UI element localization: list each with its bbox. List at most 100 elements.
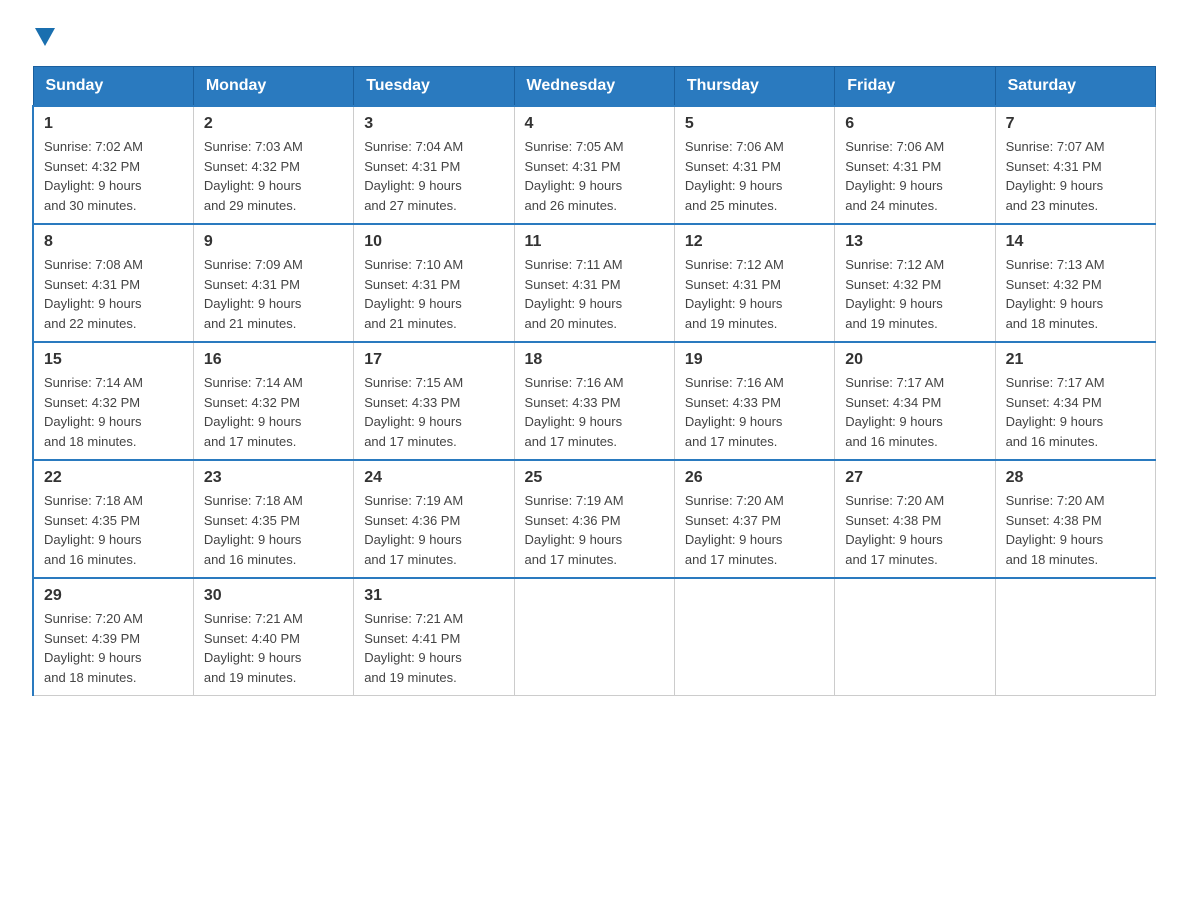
- day-number: 3: [364, 115, 503, 133]
- day-info: Sunrise: 7:05 AM Sunset: 4:31 PM Dayligh…: [525, 137, 664, 215]
- calendar-cell: 12 Sunrise: 7:12 AM Sunset: 4:31 PM Dayl…: [674, 224, 834, 342]
- day-info: Sunrise: 7:12 AM Sunset: 4:31 PM Dayligh…: [685, 255, 824, 333]
- day-info: Sunrise: 7:08 AM Sunset: 4:31 PM Dayligh…: [44, 255, 183, 333]
- day-number: 26: [685, 469, 824, 487]
- calendar-cell: 15 Sunrise: 7:14 AM Sunset: 4:32 PM Dayl…: [33, 342, 193, 460]
- day-number: 30: [204, 587, 343, 605]
- calendar-cell: [995, 578, 1155, 696]
- header-wednesday: Wednesday: [514, 67, 674, 107]
- day-number: 31: [364, 587, 503, 605]
- calendar-cell: 26 Sunrise: 7:20 AM Sunset: 4:37 PM Dayl…: [674, 460, 834, 578]
- calendar-cell: 23 Sunrise: 7:18 AM Sunset: 4:35 PM Dayl…: [193, 460, 353, 578]
- calendar-cell: 22 Sunrise: 7:18 AM Sunset: 4:35 PM Dayl…: [33, 460, 193, 578]
- day-number: 6: [845, 115, 984, 133]
- header-sunday: Sunday: [33, 67, 193, 107]
- day-info: Sunrise: 7:16 AM Sunset: 4:33 PM Dayligh…: [685, 373, 824, 451]
- day-info: Sunrise: 7:21 AM Sunset: 4:40 PM Dayligh…: [204, 609, 343, 687]
- day-info: Sunrise: 7:19 AM Sunset: 4:36 PM Dayligh…: [364, 491, 503, 569]
- calendar-cell: 25 Sunrise: 7:19 AM Sunset: 4:36 PM Dayl…: [514, 460, 674, 578]
- day-number: 28: [1006, 469, 1145, 487]
- calendar-cell: 19 Sunrise: 7:16 AM Sunset: 4:33 PM Dayl…: [674, 342, 834, 460]
- day-info: Sunrise: 7:14 AM Sunset: 4:32 PM Dayligh…: [204, 373, 343, 451]
- calendar-cell: [674, 578, 834, 696]
- day-number: 29: [44, 587, 183, 605]
- day-number: 23: [204, 469, 343, 487]
- logo-triangle-icon: [35, 28, 55, 46]
- calendar-header: SundayMondayTuesdayWednesdayThursdayFrid…: [33, 67, 1156, 107]
- day-number: 12: [685, 233, 824, 251]
- calendar-cell: [835, 578, 995, 696]
- day-number: 21: [1006, 351, 1145, 369]
- calendar-cell: 11 Sunrise: 7:11 AM Sunset: 4:31 PM Dayl…: [514, 224, 674, 342]
- calendar-cell: 16 Sunrise: 7:14 AM Sunset: 4:32 PM Dayl…: [193, 342, 353, 460]
- day-info: Sunrise: 7:04 AM Sunset: 4:31 PM Dayligh…: [364, 137, 503, 215]
- day-info: Sunrise: 7:20 AM Sunset: 4:37 PM Dayligh…: [685, 491, 824, 569]
- page-header: [32, 24, 1156, 46]
- day-info: Sunrise: 7:03 AM Sunset: 4:32 PM Dayligh…: [204, 137, 343, 215]
- calendar-cell: 20 Sunrise: 7:17 AM Sunset: 4:34 PM Dayl…: [835, 342, 995, 460]
- calendar-cell: 5 Sunrise: 7:06 AM Sunset: 4:31 PM Dayli…: [674, 106, 834, 224]
- day-number: 2: [204, 115, 343, 133]
- day-info: Sunrise: 7:06 AM Sunset: 4:31 PM Dayligh…: [685, 137, 824, 215]
- logo: [32, 24, 55, 46]
- day-info: Sunrise: 7:19 AM Sunset: 4:36 PM Dayligh…: [525, 491, 664, 569]
- day-info: Sunrise: 7:07 AM Sunset: 4:31 PM Dayligh…: [1006, 137, 1145, 215]
- day-number: 9: [204, 233, 343, 251]
- calendar-cell: 8 Sunrise: 7:08 AM Sunset: 4:31 PM Dayli…: [33, 224, 193, 342]
- header-thursday: Thursday: [674, 67, 834, 107]
- week-row-5: 29 Sunrise: 7:20 AM Sunset: 4:39 PM Dayl…: [33, 578, 1156, 696]
- calendar-cell: 1 Sunrise: 7:02 AM Sunset: 4:32 PM Dayli…: [33, 106, 193, 224]
- day-info: Sunrise: 7:16 AM Sunset: 4:33 PM Dayligh…: [525, 373, 664, 451]
- calendar-cell: 14 Sunrise: 7:13 AM Sunset: 4:32 PM Dayl…: [995, 224, 1155, 342]
- header-friday: Friday: [835, 67, 995, 107]
- calendar-cell: 6 Sunrise: 7:06 AM Sunset: 4:31 PM Dayli…: [835, 106, 995, 224]
- week-row-2: 8 Sunrise: 7:08 AM Sunset: 4:31 PM Dayli…: [33, 224, 1156, 342]
- calendar-cell: 4 Sunrise: 7:05 AM Sunset: 4:31 PM Dayli…: [514, 106, 674, 224]
- calendar-cell: 27 Sunrise: 7:20 AM Sunset: 4:38 PM Dayl…: [835, 460, 995, 578]
- day-number: 22: [44, 469, 183, 487]
- day-number: 16: [204, 351, 343, 369]
- header-monday: Monday: [193, 67, 353, 107]
- day-info: Sunrise: 7:18 AM Sunset: 4:35 PM Dayligh…: [44, 491, 183, 569]
- day-number: 5: [685, 115, 824, 133]
- day-info: Sunrise: 7:13 AM Sunset: 4:32 PM Dayligh…: [1006, 255, 1145, 333]
- day-number: 24: [364, 469, 503, 487]
- week-row-3: 15 Sunrise: 7:14 AM Sunset: 4:32 PM Dayl…: [33, 342, 1156, 460]
- day-info: Sunrise: 7:17 AM Sunset: 4:34 PM Dayligh…: [1006, 373, 1145, 451]
- header-tuesday: Tuesday: [354, 67, 514, 107]
- header-saturday: Saturday: [995, 67, 1155, 107]
- day-number: 27: [845, 469, 984, 487]
- day-info: Sunrise: 7:02 AM Sunset: 4:32 PM Dayligh…: [44, 137, 183, 215]
- week-row-4: 22 Sunrise: 7:18 AM Sunset: 4:35 PM Dayl…: [33, 460, 1156, 578]
- day-info: Sunrise: 7:14 AM Sunset: 4:32 PM Dayligh…: [44, 373, 183, 451]
- day-info: Sunrise: 7:21 AM Sunset: 4:41 PM Dayligh…: [364, 609, 503, 687]
- calendar-cell: 17 Sunrise: 7:15 AM Sunset: 4:33 PM Dayl…: [354, 342, 514, 460]
- day-number: 1: [44, 115, 183, 133]
- calendar-cell: 3 Sunrise: 7:04 AM Sunset: 4:31 PM Dayli…: [354, 106, 514, 224]
- day-number: 7: [1006, 115, 1145, 133]
- day-info: Sunrise: 7:17 AM Sunset: 4:34 PM Dayligh…: [845, 373, 984, 451]
- day-number: 8: [44, 233, 183, 251]
- day-number: 19: [685, 351, 824, 369]
- calendar-cell: 2 Sunrise: 7:03 AM Sunset: 4:32 PM Dayli…: [193, 106, 353, 224]
- calendar-cell: 7 Sunrise: 7:07 AM Sunset: 4:31 PM Dayli…: [995, 106, 1155, 224]
- calendar-cell: 21 Sunrise: 7:17 AM Sunset: 4:34 PM Dayl…: [995, 342, 1155, 460]
- day-number: 11: [525, 233, 664, 251]
- day-number: 15: [44, 351, 183, 369]
- calendar-cell: [514, 578, 674, 696]
- day-info: Sunrise: 7:09 AM Sunset: 4:31 PM Dayligh…: [204, 255, 343, 333]
- calendar-cell: 13 Sunrise: 7:12 AM Sunset: 4:32 PM Dayl…: [835, 224, 995, 342]
- day-info: Sunrise: 7:12 AM Sunset: 4:32 PM Dayligh…: [845, 255, 984, 333]
- day-info: Sunrise: 7:10 AM Sunset: 4:31 PM Dayligh…: [364, 255, 503, 333]
- day-number: 25: [525, 469, 664, 487]
- calendar-cell: 28 Sunrise: 7:20 AM Sunset: 4:38 PM Dayl…: [995, 460, 1155, 578]
- day-headers-row: SundayMondayTuesdayWednesdayThursdayFrid…: [33, 67, 1156, 107]
- day-info: Sunrise: 7:20 AM Sunset: 4:38 PM Dayligh…: [1006, 491, 1145, 569]
- day-info: Sunrise: 7:15 AM Sunset: 4:33 PM Dayligh…: [364, 373, 503, 451]
- calendar-cell: 10 Sunrise: 7:10 AM Sunset: 4:31 PM Dayl…: [354, 224, 514, 342]
- day-number: 20: [845, 351, 984, 369]
- calendar-cell: 9 Sunrise: 7:09 AM Sunset: 4:31 PM Dayli…: [193, 224, 353, 342]
- day-number: 13: [845, 233, 984, 251]
- calendar-cell: 24 Sunrise: 7:19 AM Sunset: 4:36 PM Dayl…: [354, 460, 514, 578]
- day-number: 14: [1006, 233, 1145, 251]
